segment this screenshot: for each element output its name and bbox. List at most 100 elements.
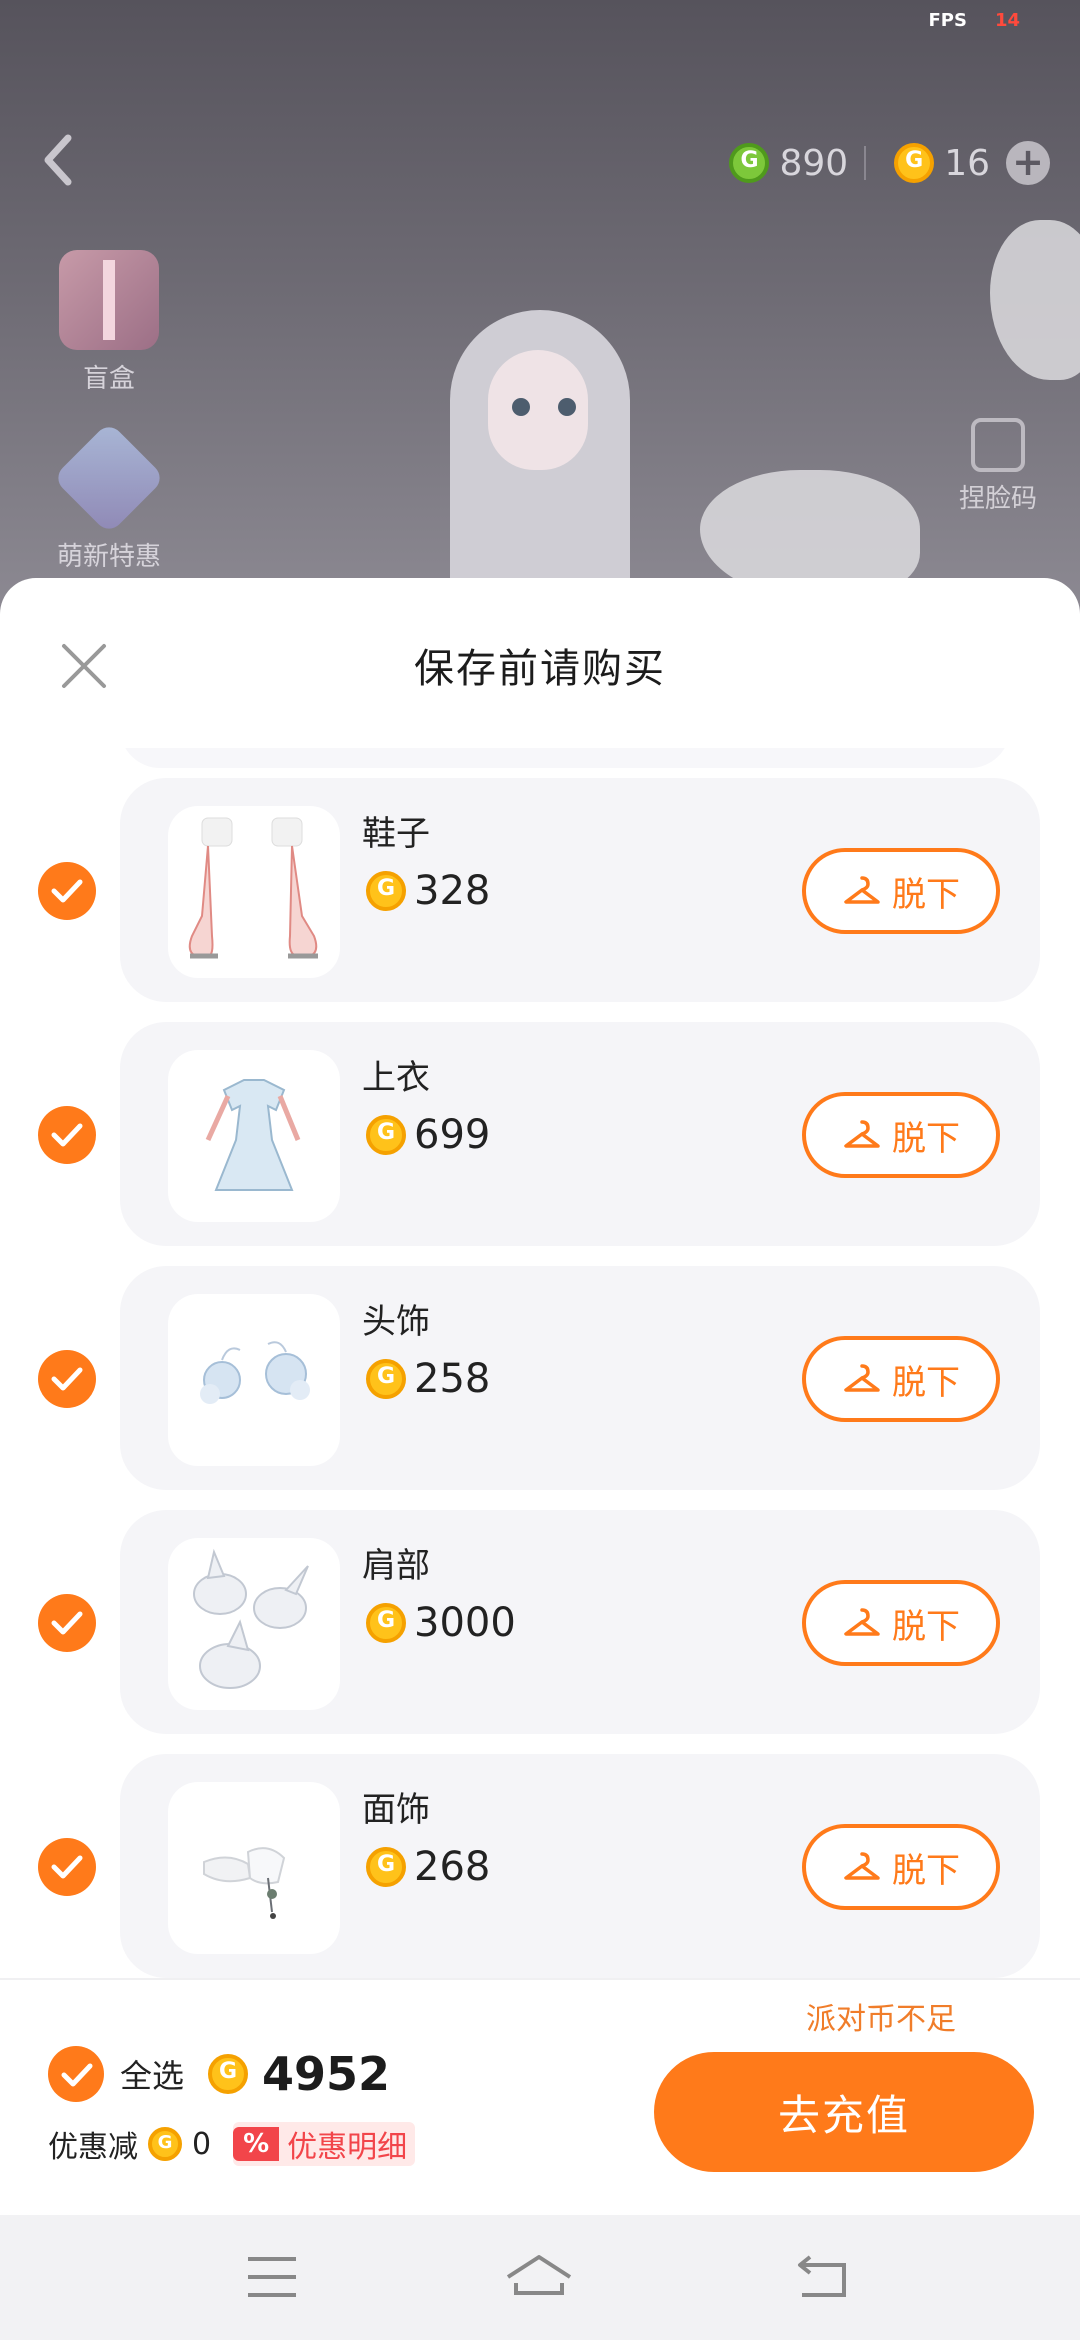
item-list[interactable]: 鞋子 328 脱下 (0, 748, 1080, 1978)
home-button[interactable] (504, 2247, 574, 2307)
item-price-value: 328 (414, 868, 491, 914)
item-name: 肩部 (362, 1546, 430, 1586)
gift-box-icon (59, 250, 159, 350)
insufficient-notice: 派对币不足 (806, 2002, 956, 2037)
take-off-button[interactable]: 脱下 (802, 1336, 1000, 1422)
list-item: 头饰 258 脱下 (0, 1266, 1080, 1490)
gold-coin-icon (366, 1847, 406, 1887)
newbie-offer-icon (52, 421, 166, 535)
hanger-icon (844, 1852, 880, 1880)
take-off-label: 脱下 (892, 874, 960, 915)
newbie-offer-label: 萌新特惠 (56, 542, 161, 572)
item-name: 鞋子 (362, 814, 430, 854)
item-name: 面饰 (362, 1790, 430, 1830)
item-checkbox[interactable] (38, 1594, 96, 1652)
gold-coin-icon (366, 1359, 406, 1399)
item-card: 肩部 3000 脱下 (120, 1510, 1040, 1734)
item-price-value: 699 (414, 1112, 491, 1158)
percent-badge-icon: % (233, 2127, 280, 2161)
item-thumbnail (168, 1050, 340, 1222)
gold-coin-icon (366, 1603, 406, 1643)
list-item-partial (120, 748, 1010, 768)
item-price-value: 3000 (414, 1600, 516, 1646)
sheet-title: 保存前请购买 (414, 646, 666, 692)
purchase-sheet: 保存前请购买 鞋子 G 328 脱下 上衣 G 699 脱下 头饰 G 258 … (0, 578, 1080, 2215)
checkmark-icon (51, 1123, 83, 1147)
item-thumbnail (168, 806, 340, 978)
item-card: 面饰 268 脱下 (120, 1754, 1040, 1978)
item-checkbox[interactable] (38, 1106, 96, 1164)
take-off-label: 脱下 (892, 1118, 960, 1159)
item-card: 头饰 258 脱下 (120, 1266, 1040, 1490)
item-checkbox[interactable] (38, 1838, 96, 1896)
checkmark-icon (51, 1611, 83, 1635)
item-price-value: 258 (414, 1356, 491, 1402)
face-code-entry[interactable]: 捏脸码 (938, 418, 1058, 515)
back-nav-button[interactable] (788, 2247, 858, 2307)
gold-currency: 16 (864, 143, 990, 184)
fps-counter: FPS 14 (928, 10, 1020, 31)
item-checkbox[interactable] (38, 862, 96, 920)
item-checkbox[interactable] (38, 1350, 96, 1408)
discount-detail-link[interactable]: % 优惠明细 (233, 2122, 416, 2166)
take-off-button[interactable]: 脱下 (802, 1824, 1000, 1910)
game-scene-background: FPS 14 890 16 + 盲盒 萌新特惠 捏脸码 (0, 0, 1080, 620)
take-off-button[interactable]: 脱下 (802, 1092, 1000, 1178)
blind-box-label: 盲盒 (82, 364, 135, 394)
back-button[interactable] (38, 130, 78, 190)
item-name: 上衣 (362, 1058, 430, 1098)
item-name: 头饰 (362, 1302, 430, 1342)
blind-box-entry[interactable]: 盲盒 (44, 250, 174, 395)
menu-button[interactable] (236, 2247, 306, 2307)
fps-value: 14 (994, 10, 1020, 31)
green-currency: 890 (729, 143, 848, 184)
gold-coin-icon (148, 2127, 182, 2161)
gold-coin-icon (208, 2054, 249, 2094)
checkmark-icon (61, 2063, 93, 2087)
discount-row: 优惠减 0 % 优惠明细 (48, 2122, 416, 2166)
select-all-checkbox[interactable] (48, 2046, 104, 2102)
item-card: 上衣 699 脱下 (120, 1022, 1040, 1246)
take-off-button[interactable]: 脱下 (802, 1580, 1000, 1666)
gold-coin-icon (366, 871, 406, 911)
newbie-offer-entry[interactable]: 萌新特惠 (44, 421, 174, 573)
total-price: 4952 (208, 2047, 390, 2101)
discount-value: 0 (192, 2126, 212, 2162)
home-icon (506, 2255, 572, 2295)
item-thumbnail (168, 1538, 340, 1710)
item-price: 258 (366, 1356, 490, 1402)
add-currency-button[interactable]: + (1006, 141, 1050, 185)
discount-detail-label: 优惠明细 (287, 2130, 408, 2165)
system-navigation-bar (0, 2215, 1080, 2340)
item-price: 3000 (366, 1600, 516, 1646)
select-all-label[interactable]: 全选 (120, 2051, 184, 2097)
currency-bar: 890 16 + (729, 135, 1050, 191)
hanger-icon (844, 876, 880, 904)
fps-label: FPS (928, 10, 967, 31)
face-code-label: 捏脸码 (958, 484, 1037, 514)
hanger-icon (844, 1364, 880, 1392)
take-off-label: 脱下 (892, 1850, 960, 1891)
back-arrow-icon (798, 2255, 846, 2297)
take-off-label: 脱下 (892, 1362, 960, 1403)
green-currency-amount: 890 (779, 142, 849, 184)
gold-coin-icon (366, 1115, 406, 1155)
list-item: 面饰 268 脱下 (0, 1754, 1080, 1978)
list-item: 上衣 699 脱下 (0, 1022, 1080, 1246)
list-item: 肩部 3000 脱下 (0, 1510, 1080, 1734)
list-item: 鞋子 328 脱下 (0, 778, 1080, 1002)
checkmark-icon (51, 1367, 83, 1391)
checkmark-icon (51, 879, 83, 903)
hanger-icon (844, 1608, 880, 1636)
item-price-value: 268 (414, 1844, 491, 1890)
item-card: 鞋子 328 脱下 (120, 778, 1040, 1002)
chevron-left-icon (44, 134, 72, 186)
item-thumbnail (168, 1782, 340, 1954)
recharge-button[interactable]: 去充值 (654, 2052, 1034, 2172)
footer-divider (0, 1978, 1080, 1980)
take-off-label: 脱下 (892, 1606, 960, 1647)
gold-currency-amount: 16 (944, 142, 990, 184)
item-price: 328 (366, 868, 490, 914)
hanger-icon (844, 1120, 880, 1148)
take-off-button[interactable]: 脱下 (802, 848, 1000, 934)
